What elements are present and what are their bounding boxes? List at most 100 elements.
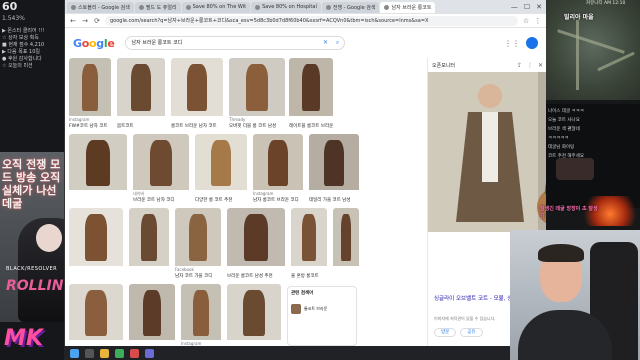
result-title[interactable]: 데일리 가을 코트 남성 <box>309 197 351 203</box>
logo-letter: o <box>81 36 90 50</box>
browser-tab[interactable]: 필드 도 쥬얼리 <box>134 1 181 13</box>
clear-icon[interactable]: ✕ <box>320 37 332 49</box>
coat-figure <box>81 63 99 112</box>
search-icon[interactable]: ⌕ <box>332 37 344 49</box>
close-icon[interactable]: ✕ <box>538 62 543 69</box>
image-result[interactable]: 다양한 롱 코트 추천 <box>195 134 247 204</box>
image-result[interactable] <box>129 208 169 280</box>
tab-favicon-icon <box>255 4 261 10</box>
image-result[interactable]: Thready 오버핏 더블 롱 코트 남성 <box>229 58 285 130</box>
folder-icon[interactable] <box>100 348 109 358</box>
coat-figure <box>324 139 344 186</box>
result-photo <box>129 284 175 340</box>
result-title[interactable]: FW#코트 남자 코트 <box>69 123 108 129</box>
bookmark-star-icon[interactable]: ☆ <box>522 17 530 25</box>
tab-label: 남자 브라운 롱코트 <box>391 4 432 11</box>
google-logo[interactable]: Google <box>73 37 115 50</box>
result-title[interactable]: 다양한 롱 코트 추천 <box>195 197 232 203</box>
result-source: Instagram <box>69 117 90 122</box>
result-photo <box>229 58 285 116</box>
webcam-feed <box>510 230 640 360</box>
mk-logo: MK <box>4 326 43 351</box>
result-title[interactable]: 봄트코트 <box>117 123 134 129</box>
result-title[interactable]: 롱코트 브라운 남자 코트 <box>171 123 217 129</box>
tab-favicon-icon <box>138 4 144 10</box>
image-result[interactable]: 레이트블 롱코트 브라운 <box>289 58 333 130</box>
result-photo <box>69 208 123 266</box>
maximize-icon[interactable]: ☐ <box>524 3 530 11</box>
result-title[interactable]: 브라운 코트 남자 코디 <box>133 197 175 203</box>
address-bar: ← → ⟳ google.com/search?q=남자+브라운+롱코트+코디&… <box>65 14 546 28</box>
result-photo <box>181 284 221 340</box>
overlay-notice-list: ▶ 몬스터 클리어 !!! ☆ 상자 보상 획득 ■ 현재 점수 4,210 ▶ 다음… <box>2 28 62 70</box>
share-button[interactable]: 공유 <box>460 328 483 337</box>
result-title[interactable]: 브라운 롱코트 남성 추천 <box>227 273 273 279</box>
coat-figure <box>244 213 268 262</box>
tab-label: 필드 도 쥬얼리 <box>145 4 177 11</box>
start-icon[interactable] <box>70 348 79 358</box>
forward-icon[interactable]: → <box>81 17 89 25</box>
image-result[interactable] <box>69 208 123 280</box>
overlay-notice: ☆ 상자 보상 획득 <box>2 35 39 41</box>
chat-message: 브라운 색 괜찮네 <box>548 127 580 132</box>
chat-emote <box>556 158 594 180</box>
chrome-icon[interactable] <box>115 348 124 358</box>
logo-letter: e <box>107 36 115 50</box>
image-result[interactable]: 네이버 브라운 코트 남자 코디 <box>133 134 189 204</box>
result-title[interactable]: 레이트블 롱코트 브라운 <box>289 123 333 129</box>
preview-source[interactable]: 오픈모니터 <box>432 62 455 69</box>
image-result[interactable] <box>129 284 175 354</box>
browser-tab[interactable]: 남자 브라운 롱코트 <box>380 1 436 13</box>
reload-icon[interactable]: ⟳ <box>93 17 101 25</box>
image-result[interactable]: 브라운 롱코트 남성 추천 <box>227 208 285 280</box>
result-photo <box>333 208 359 266</box>
image-result[interactable] <box>69 284 123 354</box>
browser-tab[interactable]: 전쟁 - Google 검색 <box>321 1 380 13</box>
search-taskbar-icon[interactable] <box>85 348 94 358</box>
tab-label: 스토블리 - Google 검색 <box>78 4 130 11</box>
image-result[interactable]: 봄트코트 <box>117 58 165 130</box>
image-result[interactable] <box>333 208 359 280</box>
app-icon[interactable] <box>145 348 154 358</box>
coat-figure <box>86 139 110 186</box>
search-input[interactable]: 남자 브라운 롱코트 코디 ✕ ⌕ <box>124 36 345 50</box>
close-window-icon[interactable]: ✕ <box>536 3 542 11</box>
avatar[interactable] <box>526 37 538 49</box>
more-icon[interactable]: ⋮ <box>527 62 533 69</box>
image-result[interactable]: InstagramFW#코트 남자 코트 <box>69 58 111 130</box>
browser-tab[interactable]: 스토블리 - Google 검색 <box>67 1 134 13</box>
app-icon[interactable] <box>130 348 139 358</box>
related-item[interactable]: 롱코트 브라운 <box>291 304 353 314</box>
result-title[interactable]: 남자 롱코트 브라운 코디 <box>253 197 299 203</box>
menu-dots-icon[interactable]: ⋮ <box>534 17 542 25</box>
image-result[interactable]: 봄트코트 <box>227 284 281 354</box>
taskbar <box>64 346 510 360</box>
browser-tab[interactable]: Save 80% on The Wit <box>181 1 251 13</box>
image-result[interactable]: Facebook 남자 코트 가을 코디 <box>175 208 221 280</box>
apps-grid-icon[interactable]: ⋮⋮ <box>504 39 520 48</box>
coat-figure <box>301 213 317 262</box>
search-query[interactable]: 남자 브라운 롱코트 코디 <box>132 37 320 49</box>
browser-tab[interactable]: Save 80% on Hospital <box>251 1 321 13</box>
image-result[interactable]: 데일리 가을 코트 남성 <box>309 134 359 204</box>
result-title[interactable]: 오버핏 더블 롱 코트 남성 <box>229 123 276 129</box>
map-road <box>576 20 579 90</box>
result-title[interactable]: 울 혼방 롱코트 <box>291 273 319 279</box>
image-result[interactable]: InstagramFW#코트 남자 코트 <box>181 284 221 354</box>
coat-figure <box>186 63 208 112</box>
url-field[interactable]: google.com/search?q=남자+브라운+롱코트+코디&sca_es… <box>105 15 518 26</box>
image-result[interactable]: 울 혼방 롱코트 <box>291 208 327 280</box>
result-title[interactable]: 남자 코트 가을 코디 <box>175 273 212 279</box>
share-icon[interactable]: ⇪ <box>517 62 522 69</box>
image-result[interactable] <box>69 134 127 204</box>
fps-counter: 60 1.543% <box>2 1 25 24</box>
back-icon[interactable]: ← <box>69 17 77 25</box>
visit-button[interactable]: 방문 <box>434 328 457 337</box>
minimize-icon[interactable]: — <box>511 3 518 11</box>
result-photo <box>69 284 123 340</box>
result-photo <box>227 284 281 340</box>
map-road <box>557 29 625 54</box>
image-result[interactable]: Instagram 남자 롱코트 브라운 코디 <box>253 134 303 204</box>
promo-face <box>36 224 62 252</box>
image-result[interactable]: 롱코트 브라운 남자 코트 <box>171 58 223 130</box>
